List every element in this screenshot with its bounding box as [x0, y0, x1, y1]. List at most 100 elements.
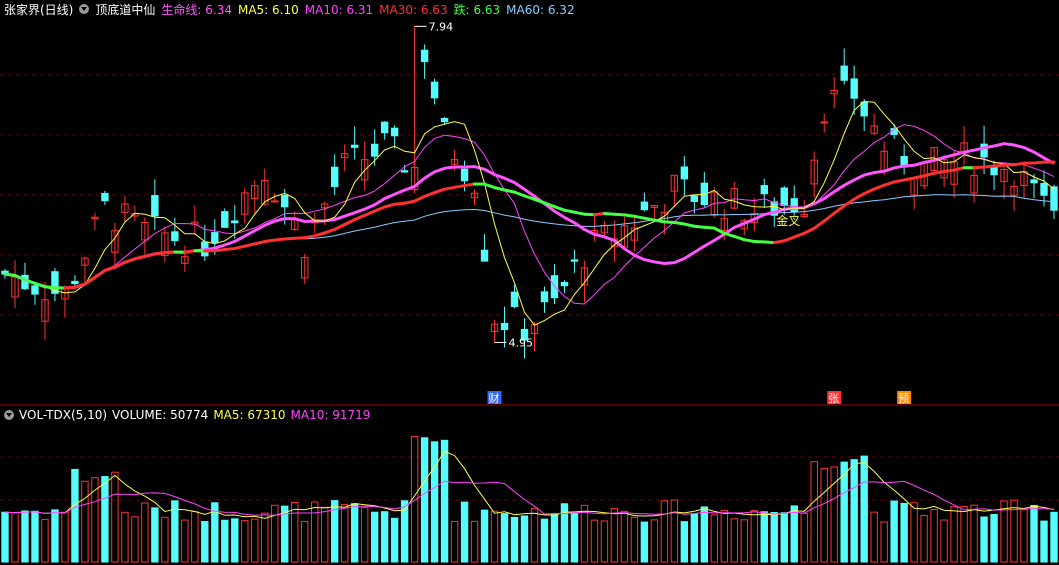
ma30-segment — [333, 223, 347, 231]
candle-body — [420, 49, 429, 63]
indicator-name[interactable]: 顶底道中仙 — [95, 1, 155, 18]
ma30-segment — [413, 194, 427, 203]
stock-name: 张家界(日线) — [4, 2, 74, 17]
candle-body — [350, 144, 359, 148]
ma30-segment — [602, 212, 616, 216]
ma30-segment — [732, 234, 746, 242]
ma30-segment — [682, 222, 696, 228]
volume-bar — [261, 512, 269, 563]
volume-indicator-name[interactable]: VOL-TDX(5,10) — [19, 408, 107, 422]
candle-body — [440, 117, 449, 123]
volume-bar — [71, 468, 79, 563]
ma30-segment — [133, 254, 147, 261]
ma30-segment — [972, 165, 986, 170]
candle-body — [31, 285, 39, 295]
candle-body — [430, 81, 439, 99]
price-legend: 张家界(日线) 顶底道中仙 生命线: 6.34 MA5: 6.10 MA10: 6.… — [4, 1, 581, 17]
volume-bar — [930, 509, 938, 563]
candle-body — [71, 280, 79, 285]
ma30-segment — [832, 204, 846, 215]
ma30-segment — [213, 248, 227, 253]
ma10-line — [4, 124, 1055, 305]
legend-item-5: MA60: 6.32 — [506, 2, 575, 17]
legend-item-0: 生命线: 6.34 — [161, 2, 232, 17]
candle-body — [281, 194, 289, 208]
ma30-segment — [922, 171, 936, 178]
volume-dropdown-icon[interactable] — [4, 410, 14, 420]
candle-body — [390, 127, 399, 137]
volume-bar — [880, 521, 888, 563]
ma30-segment — [942, 168, 956, 174]
ma30-segment — [532, 197, 546, 205]
volume-bar — [500, 513, 509, 563]
ma60-line — [4, 194, 1055, 289]
ma30-segment — [393, 201, 407, 206]
volume-bar — [740, 519, 748, 563]
ma30-segment — [463, 182, 477, 188]
ma30-segment — [403, 199, 417, 205]
ma30-segment — [642, 216, 656, 222]
volume-bar — [970, 504, 978, 563]
candle-body — [850, 78, 858, 99]
ma30-segment — [3, 272, 17, 278]
candlestick-chart: 7.94 4.95 金叉财 张 预 — [0, 20, 1059, 563]
volume-bar — [121, 511, 129, 563]
ma30-segment — [992, 163, 1006, 168]
ma30-segment — [882, 180, 896, 187]
candle-body — [550, 275, 559, 299]
volume-bar — [271, 504, 279, 563]
volume-bar — [790, 505, 798, 563]
ma30-segment — [572, 210, 586, 216]
candle-body — [760, 185, 768, 195]
volume-bar — [241, 520, 249, 563]
indicator-dropdown-icon[interactable] — [79, 4, 90, 14]
stock-chart-window: { "header": { "stock_name": "张家界(日线)", "… — [0, 0, 1059, 565]
ma30-segment — [692, 224, 706, 229]
volume-bar — [770, 511, 778, 563]
volume-bar — [620, 510, 629, 563]
ma30-segment — [1012, 161, 1026, 167]
legend-items: 生命线: 6.34 MA5: 6.10 MA10: 6.31 MA30: 6.63 跌:… — [161, 1, 580, 18]
volume-bar — [320, 506, 329, 563]
volume-bar — [340, 504, 349, 563]
volume-bar — [850, 459, 858, 563]
volume-bar — [960, 505, 968, 563]
ma30-segment — [592, 212, 606, 217]
candle-body — [380, 121, 389, 134]
candle-body — [500, 322, 509, 331]
ma30-segment — [163, 250, 177, 255]
candle-body — [570, 259, 579, 262]
ma30-segment — [862, 187, 876, 196]
ma30-segment — [932, 170, 946, 175]
volume-bar — [570, 513, 579, 563]
ma30-segment — [812, 219, 826, 230]
volume-bar — [630, 516, 639, 563]
volume-bar — [450, 520, 459, 563]
volume-ma5: MA5: 67310 — [213, 408, 286, 422]
ma30-segment — [762, 240, 776, 245]
ma30-segment — [93, 268, 107, 279]
life-line — [4, 142, 1055, 290]
ma30-segment — [183, 249, 197, 254]
ma30-segment — [243, 242, 257, 248]
ma30-segment — [513, 190, 527, 198]
ma30-segment — [742, 238, 756, 243]
volume-bar — [141, 502, 149, 563]
candle-body — [560, 282, 569, 287]
volume-bar — [41, 518, 49, 563]
volume-bar — [730, 518, 739, 563]
candle-body — [151, 195, 159, 217]
volume-bar — [610, 507, 619, 563]
ma30-segment — [912, 174, 926, 180]
candle-body — [171, 231, 179, 242]
volume-bar — [181, 519, 189, 563]
ma30-segment — [662, 220, 676, 224]
volume-bar — [460, 501, 469, 563]
volume-bar — [1050, 511, 1058, 563]
volume-bar — [660, 500, 669, 563]
candle-body — [540, 291, 549, 303]
ma30-segment — [373, 205, 387, 213]
ma30-segment — [852, 192, 866, 201]
volume-bar — [81, 480, 89, 563]
volume-bar — [101, 476, 109, 563]
